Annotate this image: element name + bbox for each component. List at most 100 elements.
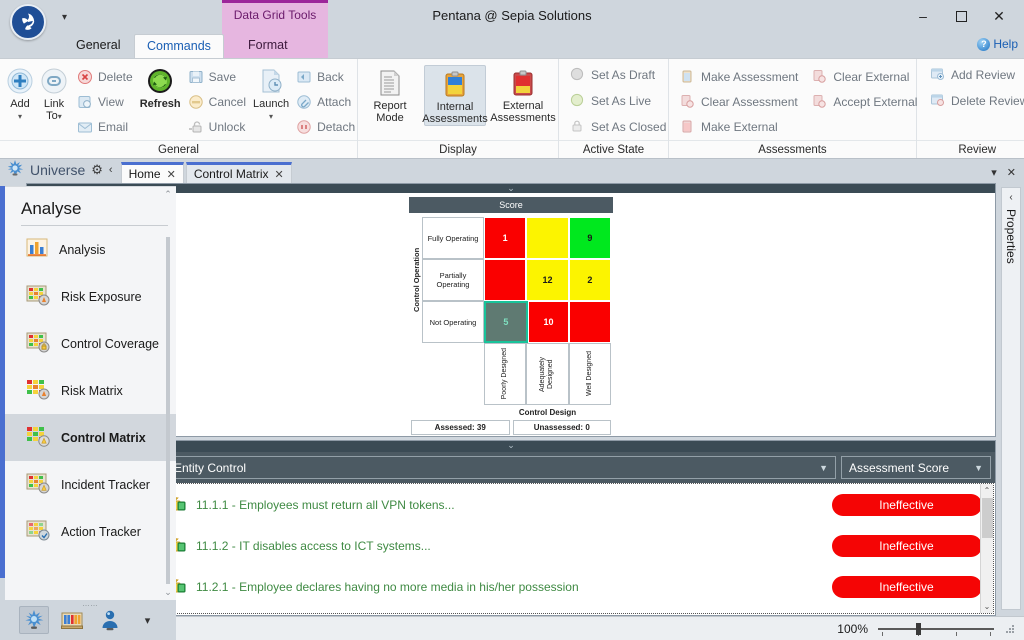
assessments-column-2: Clear External Accept External	[807, 63, 922, 114]
scrollbar-thumb[interactable]	[166, 237, 170, 584]
chart-cell[interactable]	[526, 217, 569, 259]
filter-icon[interactable]: ▼	[974, 463, 983, 473]
properties-dock-panel[interactable]: ‹ Properties	[1001, 187, 1021, 610]
chart-cell[interactable]: 1	[484, 217, 527, 259]
scroll-down-icon[interactable]: ⌄	[981, 600, 993, 613]
sidebar-item-analysis[interactable]: Analysis	[5, 226, 176, 273]
ribbon-group-general: Add ▾ Link To▾ Delete View Email Refresh…	[0, 59, 358, 158]
zoom-tick	[882, 631, 883, 636]
view-button[interactable]: View	[72, 90, 138, 114]
accept-external-button[interactable]: Accept External	[807, 90, 922, 114]
sidebar-resize-grip[interactable]: ⋯⋯	[5, 602, 176, 610]
chart-unassessed-count: Unassessed: 0	[512, 420, 611, 435]
chart-cell-selected[interactable]: 5	[484, 301, 528, 343]
email-button[interactable]: Email	[72, 115, 138, 139]
zoom-slider-thumb[interactable]	[916, 622, 921, 635]
refresh-icon	[144, 66, 176, 98]
sidebar-scrollbar[interactable]: ⌃ ⌄	[163, 189, 173, 598]
library-module-icon[interactable]	[57, 606, 87, 634]
status-badge[interactable]: Ineffective	[831, 493, 982, 516]
unlock-button[interactable]: Unlock	[183, 115, 251, 139]
save-button[interactable]: Save	[183, 65, 251, 89]
app-logo-icon[interactable]	[10, 4, 46, 40]
close-button[interactable]: ✕	[980, 2, 1018, 30]
column-header-assessment-score[interactable]: Assessment Score ▼	[841, 456, 991, 479]
detach-button[interactable]: Detach	[291, 115, 360, 139]
delete-button[interactable]: Delete	[72, 65, 138, 89]
sidebar-item-risk-matrix[interactable]: Risk Matrix	[5, 367, 176, 414]
chart-cell[interactable]: 2	[568, 259, 611, 301]
more-modules-caret[interactable]: ▾	[133, 606, 163, 634]
chart-cell[interactable]	[569, 301, 612, 343]
sidebar-item-control-coverage[interactable]: Control Coverage	[5, 320, 176, 367]
chart-cell[interactable]: 12	[526, 259, 569, 301]
chart-cell[interactable]: 9	[568, 217, 611, 259]
workspace-close-icon[interactable]: ✕	[1007, 166, 1016, 179]
scrollbar-thumb[interactable]	[982, 498, 993, 538]
document-tab-control-matrix[interactable]: Control Matrix ✕	[185, 162, 292, 183]
clear-external-button[interactable]: Clear External	[807, 65, 922, 89]
people-module-icon[interactable]	[95, 606, 125, 634]
sidebar-item-action-tracker[interactable]: Action Tracker	[5, 508, 176, 555]
status-badge[interactable]: Ineffective	[831, 534, 982, 557]
link-to-dropdown-caret[interactable]: ▾	[58, 112, 62, 121]
refresh-button[interactable]: Refresh	[140, 63, 181, 110]
document-tab-home-label: Home	[128, 167, 161, 181]
scroll-down-icon[interactable]: ⌄	[163, 587, 173, 598]
set-as-live-button[interactable]: Set As Live	[565, 89, 656, 113]
set-as-closed-button[interactable]: Set As Closed	[565, 115, 671, 139]
status-badge[interactable]: Ineffective	[831, 575, 982, 598]
filter-icon[interactable]: ▼	[819, 463, 828, 473]
zoom-slider[interactable]	[878, 621, 994, 637]
tab-commands[interactable]: Commands	[134, 34, 224, 58]
scroll-up-icon[interactable]: ⌃	[981, 484, 993, 497]
document-tab-home[interactable]: Home ✕	[120, 162, 184, 183]
maximize-button[interactable]	[942, 2, 980, 30]
add-dropdown-caret[interactable]: ▾	[18, 111, 22, 123]
minimize-button[interactable]: –	[904, 2, 942, 30]
ribbon-group-review-title: Review	[917, 140, 1024, 158]
scroll-up-icon[interactable]: ⌃	[163, 189, 173, 200]
report-mode-button[interactable]: Report Mode	[362, 65, 418, 124]
cancel-button[interactable]: Cancel	[183, 90, 251, 114]
add-button[interactable]: Add ▾	[4, 63, 36, 123]
sidebar-item-control-matrix[interactable]: Control Matrix	[5, 414, 176, 461]
launch-button[interactable]: Launch ▾	[253, 63, 289, 123]
cell-entity-control: 11.1.1 - Employees must return all VPN t…	[163, 493, 824, 515]
zoom-level-label: 100%	[837, 621, 868, 636]
window-resize-grip[interactable]	[1004, 623, 1016, 635]
close-icon[interactable]: ✕	[275, 168, 284, 181]
sidebar-module-switcher: ⋯⋯ ▾	[5, 600, 176, 640]
sidebar-item-risk-exposure[interactable]: Risk Exposure	[5, 273, 176, 320]
help-button[interactable]: ? Help	[977, 37, 1018, 51]
delete-review-button[interactable]: Delete Review	[925, 89, 1024, 113]
tab-general[interactable]: General	[64, 34, 132, 58]
tab-format[interactable]: Format	[236, 34, 300, 58]
workspace-menu-caret[interactable]: ▾	[991, 166, 997, 179]
grid-vertical-scrollbar[interactable]: ⌃ ⌄	[980, 484, 993, 613]
column-header-entity-control[interactable]: Entity Control ▼	[166, 456, 836, 479]
universe-header[interactable]: Universe ⚙ ‹	[0, 159, 121, 183]
chevron-left-icon[interactable]: ‹	[109, 164, 113, 176]
chart-cell[interactable]	[484, 259, 527, 301]
properties-chevron-icon[interactable]: ‹	[1009, 192, 1012, 203]
chart-title: Score	[409, 197, 613, 213]
set-as-draft-button[interactable]: Set As Draft	[565, 63, 660, 87]
attach-label: Attach	[317, 95, 352, 109]
make-assessment-button[interactable]: Make Assessment	[675, 65, 803, 89]
close-icon[interactable]: ✕	[167, 168, 176, 181]
back-button[interactable]: Back	[291, 65, 360, 89]
make-external-button[interactable]: Make External	[675, 115, 803, 139]
external-assessments-button[interactable]: External Assessments	[490, 65, 556, 124]
column-header-assessment-score-label: Assessment Score	[849, 460, 950, 475]
attach-button[interactable]: Attach	[291, 90, 360, 114]
universe-module-icon[interactable]	[18, 606, 49, 634]
gear-icon[interactable]: ⚙	[91, 162, 103, 178]
clear-assessment-button[interactable]: Clear Assessment	[675, 90, 803, 114]
internal-assessments-button[interactable]: Internal Assessments	[422, 65, 488, 126]
link-to-button[interactable]: Link To▾	[38, 63, 70, 123]
chart-cell[interactable]: 10	[527, 301, 570, 343]
launch-dropdown-caret[interactable]: ▾	[269, 111, 273, 123]
sidebar-item-incident-tracker[interactable]: Incident Tracker	[5, 461, 176, 508]
add-review-button[interactable]: Add Review	[925, 63, 1020, 87]
